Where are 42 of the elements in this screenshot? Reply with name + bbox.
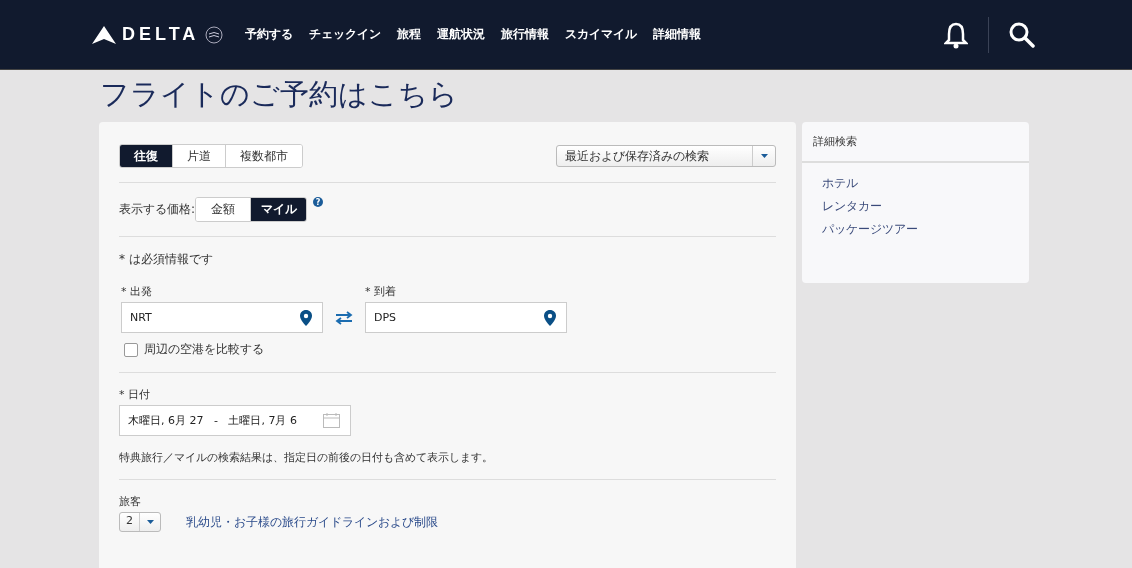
caret-icon — [146, 520, 154, 524]
logo-text[interactable]: DELTA — [122, 24, 200, 45]
triangle-logo-icon — [92, 25, 116, 44]
passenger-count-dropdown[interactable]: 2 — [119, 512, 161, 532]
nav-link[interactable]: 運航状況 — [437, 26, 486, 43]
origin-field[interactable]: NRT — [121, 302, 323, 333]
nav-link[interactable]: スカイマイル — [565, 26, 638, 43]
caret-icon — [760, 154, 768, 158]
nav-link[interactable]: チェックイン — [309, 26, 382, 43]
nav-link[interactable]: 旅行情報 — [501, 26, 550, 43]
calendar-icon — [323, 413, 340, 428]
location-pin-icon — [300, 309, 312, 326]
swap-arrows-icon[interactable] — [335, 311, 353, 325]
nav-link[interactable]: 旅程 — [397, 26, 422, 43]
price-option-tab[interactable]: マイル — [251, 198, 307, 221]
passengers-label: 旅客 — [119, 494, 142, 509]
nav-link[interactable]: 詳細情報 — [653, 26, 702, 43]
destination-field[interactable]: DPS — [365, 302, 567, 333]
checkbox-label: 周辺の空港を比較する — [144, 341, 264, 358]
destination-label: * 到着 — [365, 284, 397, 299]
help-icon[interactable]: ? — [313, 197, 324, 207]
sidebar-link[interactable]: パッケージツアー — [822, 222, 1009, 237]
date-field[interactable]: 木曜日, 6月 27 - 土曜日, 7月 6 — [119, 405, 351, 436]
guidelines-link[interactable]: 乳幼児・お子様の旅行ガイドラインおよび制限 — [186, 514, 438, 530]
page-title: フライトのご予約はこちら — [100, 76, 459, 113]
trip-type-tab[interactable]: 往復 — [120, 145, 173, 167]
bell-icon[interactable] — [944, 20, 968, 49]
search-icon[interactable] — [1009, 21, 1035, 48]
sidebar-link[interactable]: レンタカー — [822, 199, 1009, 214]
required-note: * は必須情報です — [119, 251, 214, 268]
location-pin-icon — [544, 309, 556, 326]
origin-label: * 出発 — [121, 284, 153, 299]
date-label: * 日付 — [119, 387, 151, 402]
price-label: 表示する価格: — [119, 201, 196, 218]
checkbox[interactable] — [124, 342, 138, 357]
sidebar-title: 詳細検索 — [802, 122, 1029, 163]
sidebar-link[interactable]: ホテル — [822, 176, 1009, 191]
award-note: 特典旅行／マイルの検索結果は、指定日の前後の日付も含めて表示します。 — [119, 450, 494, 465]
nav-link[interactable]: 予約する — [245, 26, 294, 43]
alliance-emblem-icon — [205, 25, 224, 44]
price-option-tab[interactable]: 金額 — [196, 198, 252, 221]
recent-searches-dropdown[interactable]: 最近および保存済みの検索 — [556, 145, 776, 167]
